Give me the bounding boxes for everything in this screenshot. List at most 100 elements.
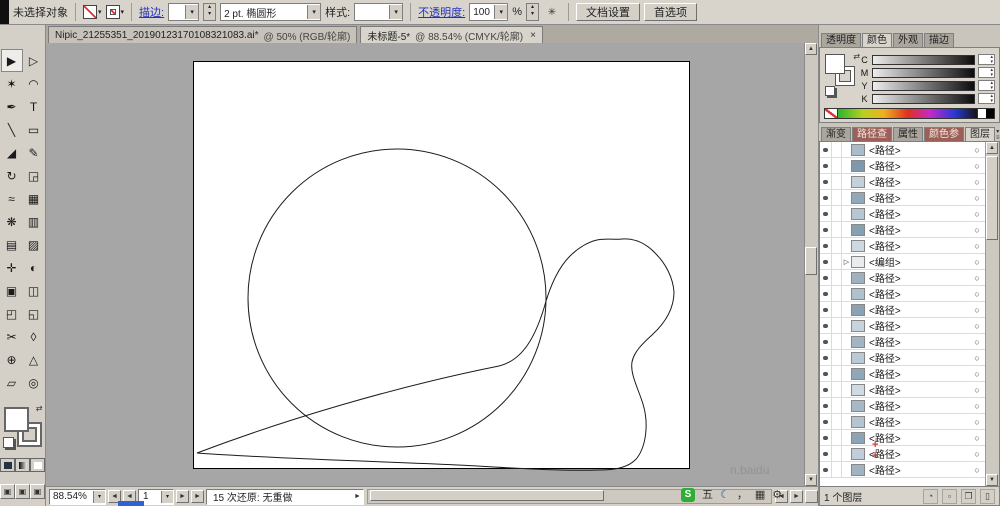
visibility-toggle[interactable]	[820, 158, 832, 173]
symbol-shifter-tool[interactable]: ⊕	[1, 348, 23, 371]
free-transform-tool[interactable]: ▦	[23, 187, 45, 210]
layer-row[interactable]: <路径> ○	[820, 158, 985, 174]
lock-toggle[interactable]	[832, 382, 842, 397]
chevron-down-icon[interactable]: ▾	[494, 5, 507, 19]
live-paint-selection-tool[interactable]: ◫	[23, 279, 45, 302]
panel-tab[interactable]: 渐变	[821, 127, 851, 141]
layer-label[interactable]: <路径>	[869, 238, 969, 253]
rectangle-tool[interactable]: ▭	[23, 118, 45, 141]
target-icon[interactable]: ○	[969, 337, 985, 347]
layer-row[interactable]: <路径> ○	[820, 286, 985, 302]
layer-label[interactable]: <路径>	[869, 222, 969, 237]
lock-toggle[interactable]	[832, 414, 842, 429]
layer-row[interactable]: <路径> ○	[820, 318, 985, 334]
lock-toggle[interactable]	[832, 222, 842, 237]
visibility-toggle[interactable]	[820, 254, 832, 269]
layers-scroll-thumb[interactable]	[986, 156, 998, 240]
horizontal-scroll-thumb[interactable]	[370, 490, 604, 501]
last-page-button[interactable]: ►	[191, 490, 204, 503]
stroke-color-swatch[interactable]: ▾	[106, 5, 125, 19]
night-mode-icon[interactable]: ☾	[720, 488, 730, 502]
panel-tab[interactable]: 路径查	[852, 127, 892, 141]
lock-toggle[interactable]	[832, 286, 842, 301]
visibility-toggle[interactable]	[820, 382, 832, 397]
layers-scroll-track[interactable]	[986, 154, 999, 474]
target-icon[interactable]: ○	[969, 433, 985, 443]
channel-slider[interactable]	[872, 81, 975, 91]
target-icon[interactable]: ○	[969, 401, 985, 411]
make-clip-mask-icon[interactable]: ◔	[923, 489, 938, 504]
reshape-tool[interactable]: △	[23, 348, 45, 371]
lock-toggle[interactable]	[832, 302, 842, 317]
panel-tab[interactable]: 透明度	[821, 33, 861, 47]
input-mode-icon[interactable]: 五	[702, 488, 713, 502]
chevron-down-icon[interactable]: ▾	[121, 8, 125, 16]
target-icon[interactable]: ○	[969, 161, 985, 171]
panel-tab[interactable]: 颜色	[862, 33, 892, 47]
selection-tool[interactable]: ▶	[1, 49, 23, 72]
target-icon[interactable]: ○	[969, 289, 985, 299]
default-fill-stroke-icon[interactable]	[3, 437, 14, 448]
layer-row[interactable]: <路径> ○	[820, 190, 985, 206]
magic-wand-tool[interactable]: ✶	[1, 72, 23, 95]
layer-label[interactable]: <路径>	[869, 318, 969, 333]
vertical-scroll-thumb[interactable]	[805, 247, 817, 275]
panel-tab[interactable]: 描边	[924, 33, 954, 47]
layer-label[interactable]: <路径>	[869, 462, 969, 477]
status-popup-icon[interactable]: ►	[352, 493, 363, 500]
new-sublayer-icon[interactable]: ▫	[942, 489, 957, 504]
expand-icon[interactable]: ▷	[842, 258, 851, 266]
warp-tool[interactable]: ≈	[1, 187, 23, 210]
target-icon[interactable]: ○	[969, 353, 985, 363]
live-paint-bucket-tool[interactable]: ▣	[1, 279, 23, 302]
scroll-right-icon[interactable]: ►	[790, 490, 803, 503]
visibility-toggle[interactable]	[820, 350, 832, 365]
gradient-mode-button[interactable]	[15, 458, 30, 472]
blend-tool[interactable]: ◐	[23, 256, 45, 279]
layer-row[interactable]: <路径> ○	[820, 142, 985, 158]
none-swatch[interactable]	[824, 108, 838, 119]
channel-value-spinner[interactable]: ▴▾	[978, 54, 995, 65]
lock-toggle[interactable]	[832, 366, 842, 381]
gradient-tool[interactable]: ▨	[23, 233, 45, 256]
layer-label[interactable]: <路径>	[869, 206, 969, 221]
lock-toggle[interactable]	[832, 142, 842, 157]
visibility-toggle[interactable]	[820, 398, 832, 413]
graph-style-icon[interactable]: ✳	[543, 3, 561, 21]
layer-row[interactable]: ▷ <编组> ○	[820, 254, 985, 270]
scroll-down-icon[interactable]: ▼	[805, 474, 817, 486]
canvas-area[interactable]: n.baidu	[46, 43, 804, 486]
panel-tab[interactable]: 图层	[965, 127, 995, 141]
lock-toggle[interactable]	[832, 254, 842, 269]
panel-tab[interactable]: 外观	[893, 33, 923, 47]
layers-scrollbar[interactable]: ▲ ▼	[985, 142, 999, 486]
target-icon[interactable]: ○	[969, 193, 985, 203]
visibility-toggle[interactable]	[820, 222, 832, 237]
layer-label[interactable]: <路径>	[869, 350, 969, 365]
panel-menu-icon[interactable]: ▾≡	[996, 129, 1000, 141]
artboard[interactable]	[193, 61, 690, 469]
target-icon[interactable]: ○	[969, 321, 985, 331]
target-icon[interactable]: ○	[969, 209, 985, 219]
target-icon[interactable]: ○	[969, 385, 985, 395]
graph-tool[interactable]: ▥	[23, 210, 45, 233]
chevron-down-icon[interactable]: ▾	[161, 491, 173, 503]
layer-label[interactable]: <路径>	[869, 398, 969, 413]
zoom-level-combo[interactable]: 88.54% ▾	[49, 489, 106, 505]
channel-slider[interactable]	[872, 94, 975, 104]
layer-label[interactable]: <路径>	[869, 302, 969, 317]
fill-proxy[interactable]	[4, 407, 29, 432]
chevron-down-icon[interactable]: ▾	[93, 491, 105, 503]
vertical-scrollbar[interactable]: ▲ ▼	[804, 43, 818, 486]
punctuation-icon[interactable]: ，	[737, 488, 748, 502]
layer-label[interactable]: <路径>	[869, 270, 969, 285]
layer-label[interactable]: <编组>	[869, 254, 969, 269]
lock-toggle[interactable]	[832, 318, 842, 333]
chevron-down-icon[interactable]: ▾	[98, 8, 102, 16]
document-tab-2[interactable]: 未标题-5* @ 88.54% (CMYK/轮廓) ×	[360, 26, 543, 43]
full-screen-menu-mode-button[interactable]: ▣	[15, 484, 30, 499]
visibility-toggle[interactable]	[820, 238, 832, 253]
layer-row[interactable]: <路径> ○	[820, 382, 985, 398]
lock-toggle[interactable]	[832, 398, 842, 413]
visibility-toggle[interactable]	[820, 430, 832, 445]
